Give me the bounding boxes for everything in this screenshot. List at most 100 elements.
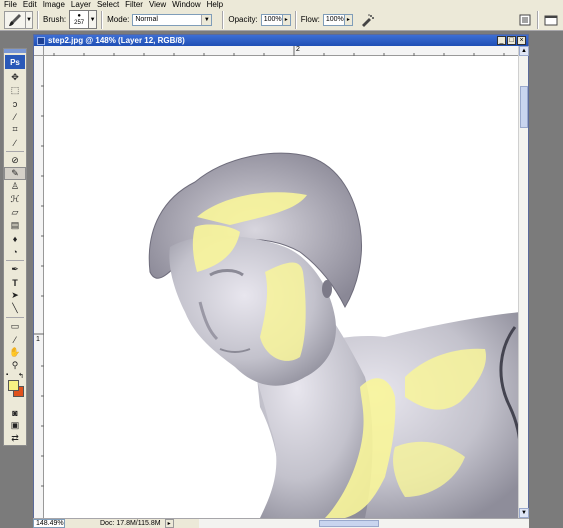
menu-edit[interactable]: Edit	[21, 0, 41, 9]
mode-select[interactable]: Normal ▼	[132, 13, 213, 26]
statue-bust-image	[148, 152, 520, 518]
separator	[222, 10, 225, 29]
horizontal-scroll-thumb[interactable]	[319, 520, 379, 527]
default-colors-icon[interactable]: ▪	[6, 372, 13, 379]
slice-tool-icon[interactable]: ∕	[4, 136, 26, 149]
history-brush-tool-icon[interactable]: ℋ	[4, 193, 26, 206]
maximize-button[interactable]: □	[507, 36, 516, 45]
healing-brush-tool-icon[interactable]: ⊘	[4, 154, 26, 167]
screen-mode-icon[interactable]: ▣	[4, 419, 26, 432]
document-title: step2.jpg @ 148% (Layer 12, RGB/8)	[48, 36, 185, 45]
foreground-color-swatch[interactable]	[8, 380, 19, 391]
menu-filter[interactable]: Filter	[123, 0, 147, 9]
image-canvas[interactable]	[45, 57, 520, 518]
file-browser-icon	[519, 14, 531, 25]
opacity-field[interactable]: 100%	[260, 13, 283, 26]
separator	[37, 10, 39, 29]
scroll-up-icon[interactable]: ▲	[519, 46, 529, 56]
tool-preset-dropdown-icon[interactable]: ▼	[26, 10, 33, 29]
gradient-tool-icon[interactable]: ▤	[4, 219, 26, 232]
marquee-tool-icon[interactable]: ⬚	[4, 84, 26, 97]
menu-view[interactable]: View	[147, 0, 170, 9]
horizontal-scrollbar[interactable]	[199, 519, 529, 528]
chevron-down-icon: ▼	[201, 14, 212, 25]
separator	[294, 10, 297, 29]
separator	[101, 10, 104, 29]
brush-preview[interactable]: ● 257	[69, 10, 90, 29]
move-tool-icon[interactable]: ✥	[4, 71, 26, 84]
eraser-tool-icon[interactable]: ▱	[4, 206, 26, 219]
separator	[6, 317, 24, 318]
path-selection-tool-icon[interactable]: ➤	[4, 289, 26, 302]
brush-size: 257	[74, 19, 85, 26]
flow-field[interactable]: 100%	[322, 13, 345, 26]
tool-preset-picker[interactable]	[4, 10, 26, 29]
notes-tool-icon[interactable]: ▭	[4, 320, 26, 333]
menu-help[interactable]: Help	[205, 0, 227, 9]
status-menu-arrow-icon[interactable]: ▸	[164, 519, 174, 528]
vertical-ruler[interactable]: 1	[34, 56, 44, 518]
airbrush-icon	[361, 13, 374, 27]
menu-select[interactable]: Select	[95, 0, 123, 9]
menu-layer[interactable]: Layer	[69, 0, 95, 9]
zoom-tool-icon[interactable]: ⚲	[4, 359, 26, 372]
clone-stamp-tool-icon[interactable]: ♙	[4, 180, 26, 193]
flow-label: Flow:	[300, 15, 320, 24]
brush-icon	[9, 13, 21, 26]
brush-tip-icon: ●	[77, 12, 81, 19]
photoshop-logo[interactable]: Ps	[5, 55, 25, 69]
document-titlebar[interactable]: step2.jpg @ 148% (Layer 12, RGB/8) _ □ ×	[34, 35, 528, 46]
ruler-origin[interactable]	[34, 46, 44, 56]
separator	[6, 151, 24, 152]
ruler-h-label: 2	[296, 46, 300, 53]
ruler-ticks	[34, 85, 44, 487]
mode-label: Mode:	[107, 15, 130, 24]
magic-wand-tool-icon[interactable]: ⁄	[4, 110, 26, 123]
menu-bar: File Edit Image Layer Select Filter View…	[0, 0, 563, 9]
scroll-down-icon[interactable]: ▼	[519, 508, 529, 518]
menu-window[interactable]: Window	[170, 0, 204, 9]
flow-slider-arrow-icon[interactable]: ▸	[344, 13, 353, 26]
horizontal-ruler[interactable]: 2	[44, 46, 520, 56]
color-swatches: ▪ ↰	[4, 372, 26, 406]
airbrush-button[interactable]	[359, 12, 375, 28]
crop-tool-icon[interactable]: ⌗	[4, 123, 26, 136]
blur-tool-icon[interactable]: ♦	[4, 232, 26, 245]
document-window: step2.jpg @ 148% (Layer 12, RGB/8) _ □ ×…	[33, 34, 529, 528]
palette-well-icon	[544, 15, 558, 25]
eyedropper-tool-icon[interactable]: ⁄	[4, 333, 26, 346]
jump-to-imageready-icon[interactable]: ⇄	[4, 432, 26, 445]
status-bar: 148.49% Doc: 17.8M/115.8M ▸	[33, 518, 529, 528]
document-info: Doc: 17.8M/115.8M	[100, 520, 161, 527]
zoom-field[interactable]: 148.49%	[33, 519, 65, 528]
line-tool-icon[interactable]: ╲	[4, 302, 26, 315]
menu-file[interactable]: File	[2, 0, 21, 9]
lasso-tool-icon[interactable]: ↄ	[4, 97, 26, 110]
type-tool-icon[interactable]: T	[4, 276, 26, 289]
brush-dropdown-icon[interactable]: ▼	[89, 10, 98, 29]
menu-image[interactable]: Image	[41, 0, 69, 9]
separator	[6, 260, 24, 261]
opacity-slider-arrow-icon[interactable]: ▸	[282, 13, 291, 26]
ruler-v-label: 1	[36, 336, 40, 343]
hand-tool-icon[interactable]: ✋	[4, 346, 26, 359]
brush-tool-icon[interactable]: ✎	[4, 167, 26, 180]
dodge-tool-icon[interactable]: ◔	[4, 245, 26, 258]
document-icon	[37, 36, 45, 45]
tools-panel-header[interactable]	[4, 49, 26, 53]
quick-mask-mode-icon[interactable]: ◙	[4, 406, 26, 419]
vertical-scroll-thumb[interactable]	[520, 86, 528, 128]
minimize-button[interactable]: _	[497, 36, 506, 45]
window-controls: _ □ ×	[497, 36, 526, 45]
brush-label: Brush:	[43, 15, 67, 24]
opacity-label: Opacity:	[228, 15, 258, 24]
mode-value: Normal	[135, 16, 158, 23]
close-button[interactable]: ×	[517, 36, 526, 45]
swap-colors-icon[interactable]: ↰	[18, 372, 25, 380]
file-browser-button[interactable]	[517, 12, 533, 28]
separator	[537, 10, 539, 29]
workspace-button[interactable]	[543, 12, 559, 28]
pen-tool-icon[interactable]: ✒	[4, 263, 26, 276]
vertical-scrollbar[interactable]: ▲ ▼	[518, 46, 529, 518]
options-bar: ▼ Brush: ● 257 ▼ Mode: Normal ▼ Opacity:…	[0, 9, 563, 31]
